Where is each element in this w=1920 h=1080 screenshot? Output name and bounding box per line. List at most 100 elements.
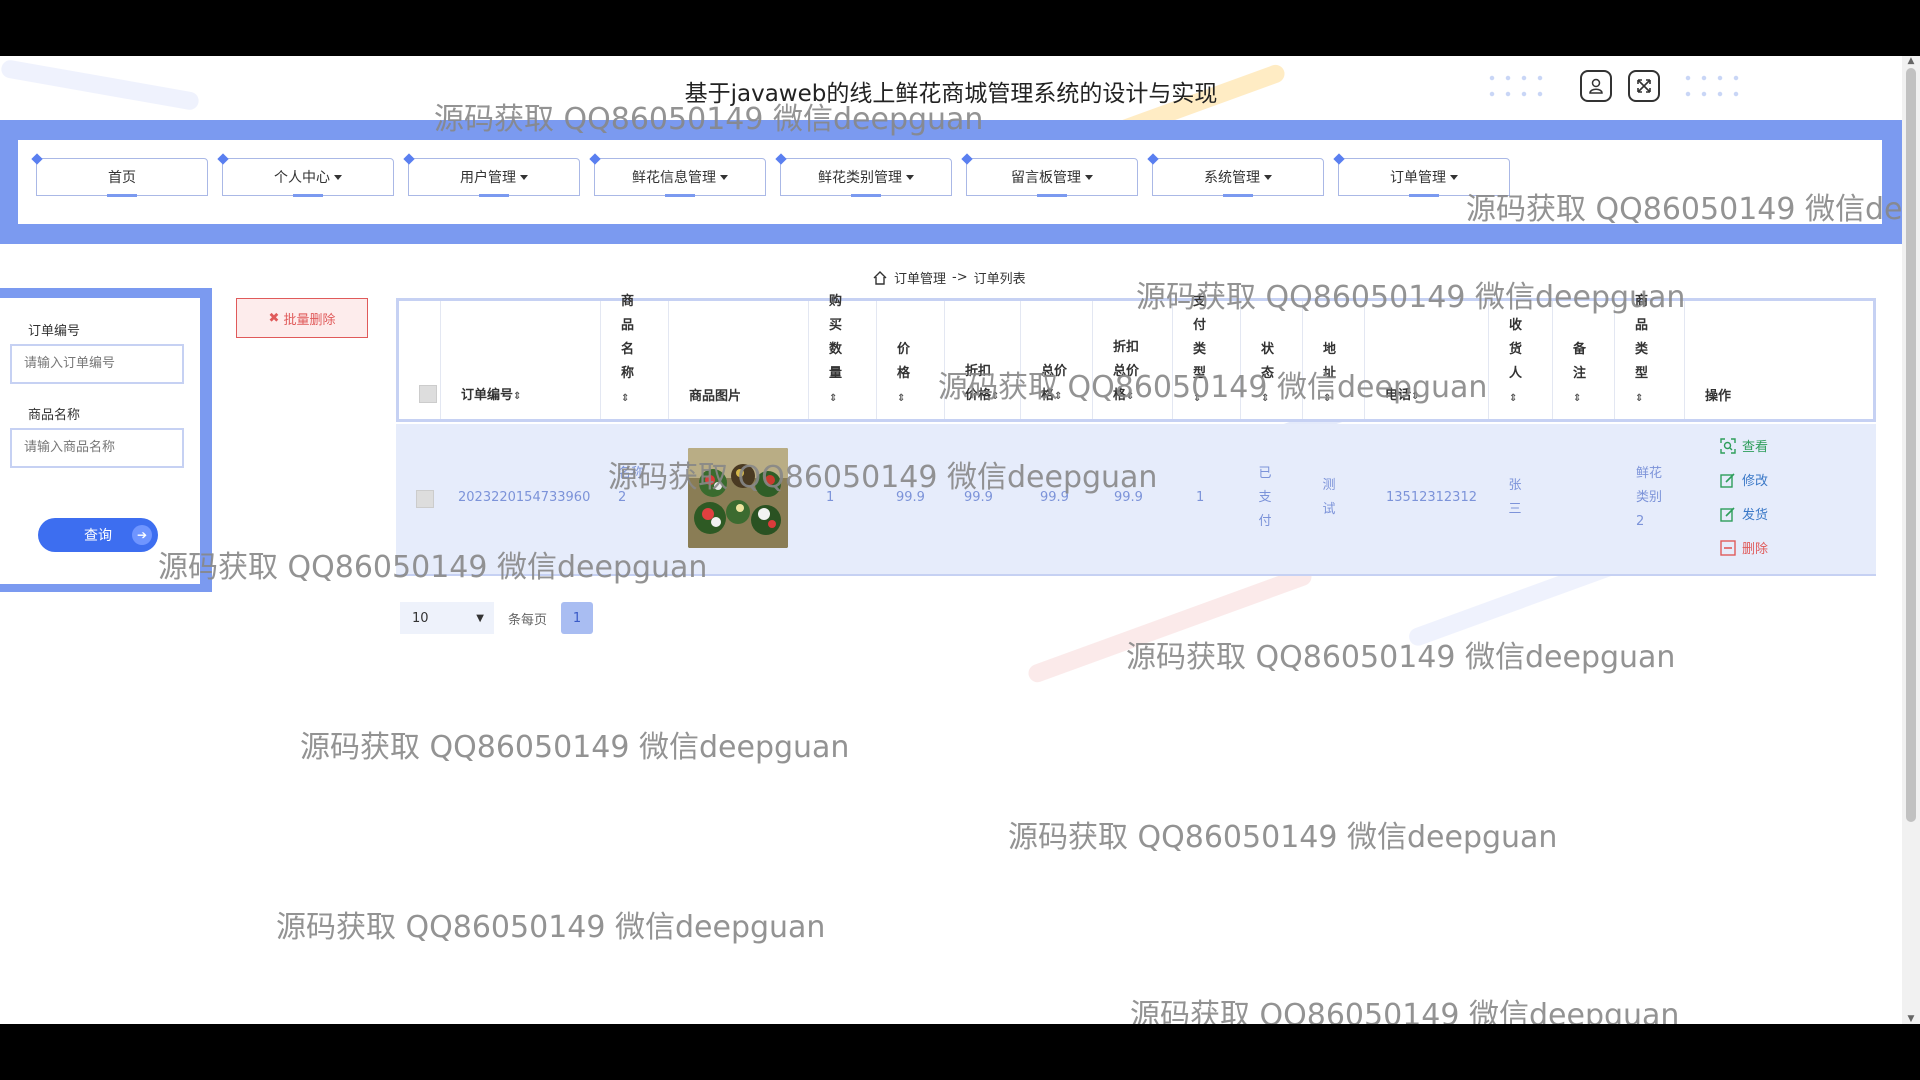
product-name-input[interactable]: 请输入商品名称 xyxy=(10,428,184,468)
pagination: 10 ▼ 条每页 1 xyxy=(400,602,594,634)
column-header-address[interactable]: 地址 ⇕ xyxy=(1303,301,1365,419)
breadcrumb-section[interactable]: 订单管理 xyxy=(894,268,946,287)
sort-icon: ⇕ xyxy=(1411,391,1420,402)
cell-address: 测试 xyxy=(1322,478,1336,517)
header-label: 购买数量 xyxy=(829,294,843,381)
nav-underline xyxy=(1037,194,1067,197)
watermark: 源码获取 QQ86050149 微信deepguan xyxy=(300,730,850,765)
nav-item-message-board[interactable]: 留言板管理 xyxy=(961,153,1138,197)
cell-product-name: 名称2 xyxy=(618,466,645,505)
diamond-icon xyxy=(1333,153,1345,165)
search-icon xyxy=(1720,437,1736,454)
order-no-input[interactable]: 请输入订单编号 xyxy=(10,344,184,384)
header-label: 订单编号 xyxy=(461,388,514,403)
diamond-icon xyxy=(31,153,43,165)
product-name-label: 商品名称 xyxy=(28,408,81,423)
column-header-receiver[interactable]: 收货人 ⇕ xyxy=(1489,301,1553,419)
column-header-discount-price[interactable]: 折扣价格⇕ xyxy=(945,301,1021,419)
decorative-stripe xyxy=(1025,565,1315,685)
cell-order-no: 2023220154733960 xyxy=(458,490,591,505)
screen-bottom-border xyxy=(0,1024,1920,1080)
table-header: 订单编号⇕ 商品名称⇕ 商品图片 购买数量⇕ 价格⇕ 折扣价格⇕ 总价格⇕ 折扣… xyxy=(396,294,1876,422)
batch-delete-button[interactable]: ✖ 批量删除 xyxy=(236,298,368,338)
caret-down-icon xyxy=(334,174,342,180)
nav-item-order-management[interactable]: 订单管理 xyxy=(1333,153,1510,197)
column-header-quantity[interactable]: 购买数量 ⇕ xyxy=(809,294,877,419)
main-navigation: 首页 个人中心 用户管理 鲜花信息管理 鲜花类别管理 留言板管理 系统管理 订单… xyxy=(0,120,1902,244)
cell-pay-type: 1 xyxy=(1196,490,1205,505)
app-header: 基于javaweb的线上鲜花商城管理系统的设计与实现 xyxy=(0,56,1902,118)
close-icon: ✖ xyxy=(268,310,280,326)
scrollbar-thumb[interactable] xyxy=(1906,68,1916,822)
view-button[interactable]: 查看 xyxy=(1720,436,1768,455)
column-header-operations: 操作 xyxy=(1685,301,1873,419)
header-label: 商品图片 xyxy=(689,389,742,404)
table-row: 2023220154733960 名称2 1 99.9 99.9 99.9 99… xyxy=(396,424,1876,576)
order-no-label: 订单编号 xyxy=(28,324,81,339)
decorative-dots xyxy=(1680,70,1740,106)
nav-underline xyxy=(665,194,695,197)
nav-underline xyxy=(107,194,137,197)
page-number-button[interactable]: 1 xyxy=(561,602,594,634)
nav-underline xyxy=(1409,194,1439,197)
ship-button[interactable]: 发货 xyxy=(1720,504,1768,523)
ship-label: 发货 xyxy=(1742,508,1769,523)
sort-icon: ⇕ xyxy=(513,391,522,402)
query-button-label: 查询 xyxy=(84,528,112,544)
arrow-right-icon: ➔ xyxy=(132,525,152,545)
diamond-icon xyxy=(403,153,415,165)
nav-label: 系统管理 xyxy=(1204,170,1260,186)
query-button[interactable]: 查询 ➔ xyxy=(38,518,158,552)
column-header-remark[interactable]: 备注 ⇕ xyxy=(1553,301,1615,419)
nav-item-personal-center[interactable]: 个人中心 xyxy=(217,153,394,197)
per-page-label: 条每页 xyxy=(508,612,548,628)
caret-down-icon xyxy=(1085,174,1093,180)
search-panel-inner: 订单编号 请输入订单编号 商品名称 请输入商品名称 查询 ➔ xyxy=(0,298,200,584)
caret-down-icon xyxy=(906,174,914,180)
row-checkbox[interactable] xyxy=(416,490,434,508)
cell-phone: 13512312312 xyxy=(1386,490,1477,505)
nav-label: 留言板管理 xyxy=(1011,170,1081,186)
cell-quantity: 1 xyxy=(826,490,835,505)
header-label: 操作 xyxy=(1705,389,1732,404)
column-header-status[interactable]: 状态 ⇕ xyxy=(1241,301,1303,419)
select-all-checkbox[interactable] xyxy=(419,385,437,403)
user-profile-button[interactable] xyxy=(1580,70,1612,102)
batch-delete-label: 批量删除 xyxy=(283,312,336,328)
nav-item-system-management[interactable]: 系统管理 xyxy=(1147,153,1324,197)
nav-label: 鲜花类别管理 xyxy=(818,170,902,186)
breadcrumb-separator: -> xyxy=(952,270,968,285)
delete-button[interactable]: 删除 xyxy=(1720,538,1768,557)
column-header-total-price[interactable]: 总价格⇕ xyxy=(1021,301,1093,419)
column-header-pay-type[interactable]: 支付类型 ⇕ xyxy=(1173,294,1241,419)
column-header-product-name[interactable]: 商品名称 ⇕ xyxy=(601,294,669,419)
column-header-order-no[interactable]: 订单编号⇕ xyxy=(441,301,601,419)
chevron-down-icon: ▼ xyxy=(476,612,484,624)
nav-item-user-management[interactable]: 用户管理 xyxy=(403,153,580,197)
edit-label: 修改 xyxy=(1742,474,1769,489)
page-size-value: 10 xyxy=(412,610,429,626)
nav-item-flower-info[interactable]: 鲜花信息管理 xyxy=(589,153,766,197)
column-header-discount-total[interactable]: 折扣总价格⇕ xyxy=(1093,301,1173,419)
edit-button[interactable]: 修改 xyxy=(1720,470,1768,489)
nav-item-flower-category[interactable]: 鲜花类别管理 xyxy=(775,153,952,197)
sort-icon: ⇕ xyxy=(1509,393,1518,404)
header-label: 收货人 xyxy=(1509,318,1523,381)
column-header-phone[interactable]: 电话⇕ xyxy=(1365,301,1489,419)
nav-underline xyxy=(1223,194,1253,197)
sort-icon: ⇕ xyxy=(1126,391,1135,402)
scroll-up-arrow-icon[interactable]: ▲ xyxy=(1906,56,1916,66)
page-size-select[interactable]: 10 ▼ xyxy=(400,602,494,634)
search-panel: 订单编号 请输入订单编号 商品名称 请输入商品名称 查询 ➔ xyxy=(0,288,212,592)
caret-down-icon xyxy=(1450,174,1458,180)
column-header-product-type[interactable]: 商品类型 ⇕ xyxy=(1615,294,1685,419)
nav-item-home[interactable]: 首页 xyxy=(31,153,208,197)
header-label: 折扣价格 xyxy=(965,364,992,403)
edit-icon xyxy=(1720,472,1735,488)
column-header-price[interactable]: 价格 ⇕ xyxy=(877,301,945,419)
scroll-down-arrow-icon[interactable]: ▼ xyxy=(1906,1014,1916,1024)
cell-product-type: 鲜花类别2 xyxy=(1636,466,1663,529)
fullscreen-button[interactable] xyxy=(1628,70,1660,102)
caret-down-icon xyxy=(1264,174,1272,180)
vertical-scrollbar[interactable]: ▲ ▼ xyxy=(1902,56,1920,1024)
